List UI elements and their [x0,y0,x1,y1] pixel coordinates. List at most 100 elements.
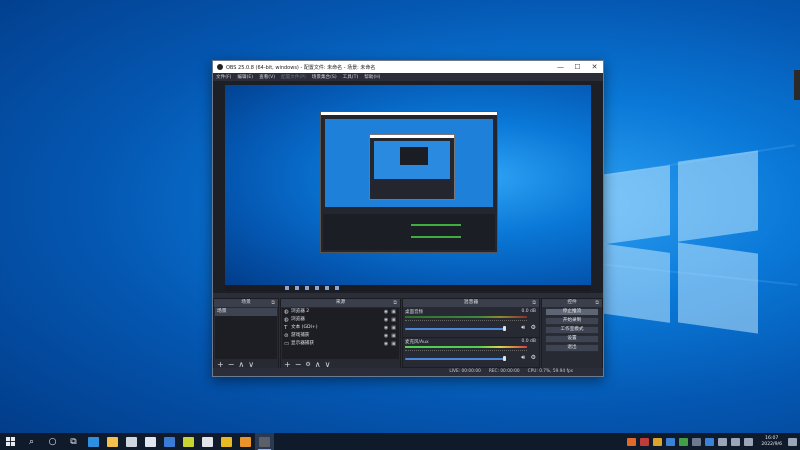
taskbar-app-obs-icon[interactable] [255,433,274,450]
source-item[interactable]: ▭ 显示器捕获 ◉ ▣ [282,340,399,348]
monitor-icon: ▭ [284,341,290,347]
globe-icon: ◍ [284,309,289,315]
visibility-eye-icon[interactable]: ◉ [384,308,388,316]
gear-icon[interactable]: ⚙ [531,354,536,361]
mixer-channel-desktop-audio: 桌面音频 0.0 dB 🔊︎ ⚙ [403,308,539,338]
undock-icon[interactable]: ⧉ [532,299,536,307]
obs-icon [217,64,223,70]
lock-icon[interactable]: ▣ [391,308,396,316]
speaker-icon[interactable]: 🔊︎ [521,354,525,362]
menu-scene-collection[interactable]: 场景集合(S) [312,74,337,80]
taskbar-app-mail-icon[interactable] [141,433,160,450]
lock-icon[interactable]: ▣ [391,332,396,340]
minimize-button[interactable]: — [552,61,569,73]
tray-icon[interactable] [679,437,689,446]
edge-widget[interactable] [794,70,800,100]
stop-streaming-button[interactable]: 停止推流 [545,308,599,316]
volume-meter [405,346,527,348]
mixer-dock: 混音器⧉ 桌面音频 0.0 dB 🔊︎ ⚙ 麦克风/Aux 0.0 dB 🔊︎ [402,298,540,372]
tray-icon[interactable] [653,437,663,446]
taskbar-app-yellow-app-icon[interactable] [217,433,236,450]
scene-item[interactable]: 场景 [215,308,277,316]
visibility-eye-icon[interactable]: ◉ [384,332,388,340]
studio-mode-button[interactable]: 工作室模式 [545,326,599,334]
source-item[interactable]: ⊜ 游戏捕获 ◉ ▣ [282,332,399,340]
network-icon[interactable] [718,437,728,446]
notification-icon[interactable] [788,437,797,446]
menu-tools[interactable]: 工具(T) [343,74,359,80]
mail-icon [145,436,156,447]
menu-edit[interactable]: 编辑(E) [237,74,253,80]
search-icon[interactable]: ⌕ [21,433,42,450]
tray-icon[interactable] [640,437,650,446]
orange-app-icon [240,436,251,447]
gear-icon[interactable]: ⚙ [531,324,536,331]
menu-bar: 文件(F) 编辑(E) 查看(V) 配置文件(P) 场景集合(S) 工具(T) … [213,73,603,81]
task-view-icon[interactable]: ⧉ [63,433,84,450]
maximize-button[interactable]: ☐ [569,61,586,73]
lock-icon[interactable]: ▣ [391,340,396,348]
controls-dock: 控件 ⧉ 停止推流 开始录制 工作室模式 设置 退出 [541,298,603,372]
source-item[interactable]: ◍ 浏览器 2 ◉ ▣ [282,308,399,316]
taskbar-app-photos-icon[interactable] [160,433,179,450]
menu-view[interactable]: 查看(V) [259,74,275,80]
clock-date: 2022/9/6 [761,441,782,447]
taskbar-app-store-icon[interactable] [122,433,141,450]
mixer-channel-mic-aux: 麦克风/Aux 0.0 dB 🔊︎ ⚙ [403,338,539,368]
source-item[interactable]: ◍ 浏览器 ◉ ▣ [282,316,399,324]
tray-icon[interactable] [666,437,676,446]
volume-slider-knob[interactable] [503,356,506,361]
taskbar-app-green-app-icon[interactable] [179,433,198,450]
exit-button[interactable]: 退出 [545,344,599,352]
rec-timer: REC: 00:00:00 [488,369,520,374]
undock-icon[interactable]: ⧉ [595,299,599,307]
cortana-icon[interactable]: ○ [42,433,63,450]
close-button[interactable]: ✕ [586,61,603,73]
menu-help[interactable]: 帮助(H) [364,74,380,80]
volume-icon[interactable] [731,437,741,446]
settings-button[interactable]: 设置 [545,335,599,343]
taskbar-app-orange-app-icon[interactable] [236,433,255,450]
yellow-app-icon [221,436,232,447]
obs-window: OBS 25.0.8 (64-bit, windows) - 配置文件: 未命名… [212,60,604,377]
edge-icon [88,436,99,447]
volume-slider-knob[interactable] [503,326,506,331]
volume-slider[interactable] [405,328,505,330]
tray-icon[interactable] [627,437,637,446]
lock-icon[interactable]: ▣ [391,324,396,332]
taskbar-app-file-explorer-icon[interactable] [103,433,122,450]
windows-icon[interactable] [0,433,21,450]
menu-file[interactable]: 文件(F) [216,74,231,80]
cpu-fps-readout: CPU: 0.7%, 59.94 fps [527,369,573,374]
volume-meter [405,316,527,318]
visibility-eye-icon[interactable]: ◉ [384,324,388,332]
tray-icon[interactable] [692,437,702,446]
meter-scale [405,350,527,353]
tray-icon[interactable] [705,437,715,446]
scenes-dock: 场景 ⧉ 场景 + − ∧ ∨ [213,298,279,372]
volume-slider[interactable] [405,358,505,360]
taskbar-app-tool-app-icon[interactable] [198,433,217,450]
system-tray: 16:07 2022/9/6 [627,433,800,450]
undock-icon[interactable]: ⧉ [393,299,397,307]
clock[interactable]: 16:07 2022/9/6 [761,436,782,448]
ime-icon[interactable] [744,437,754,446]
scene-list[interactable]: 场景 [215,308,277,359]
preview-canvas[interactable] [225,85,591,291]
obs-icon [259,436,270,447]
undock-icon[interactable]: ⧉ [271,299,275,307]
controls-dock-title: 控件 ⧉ [542,299,602,307]
speaker-icon[interactable]: 🔊︎ [521,324,525,332]
lock-icon[interactable]: ▣ [391,316,396,324]
visibility-eye-icon[interactable]: ◉ [384,340,388,348]
tool-app-icon [202,436,213,447]
preview-area[interactable] [213,81,603,293]
start-recording-button[interactable]: 开始录制 [545,317,599,325]
source-item[interactable]: T 文本 (GDI+) ◉ ▣ [282,324,399,332]
visibility-eye-icon[interactable]: ◉ [384,316,388,324]
title-bar[interactable]: OBS 25.0.8 (64-bit, windows) - 配置文件: 未命名… [213,61,603,73]
taskbar-app-edge-icon[interactable] [84,433,103,450]
menu-profile[interactable]: 配置文件(P) [281,74,306,80]
source-list[interactable]: ◍ 浏览器 2 ◉ ▣ ◍ 浏览器 ◉ ▣ T 文本 (GDI+) ◉ ▣ ⊜ 游戏捕获 ◉ ▣ ▭ 显示… [282,308,399,359]
sources-dock: 来源 ⧉ ◍ 浏览器 2 ◉ ▣ ◍ 浏览器 ◉ ▣ T 文本 (GDI+) ◉ ▣ ⊜ 游戏捕获 ◉ ▣… [280,298,401,372]
